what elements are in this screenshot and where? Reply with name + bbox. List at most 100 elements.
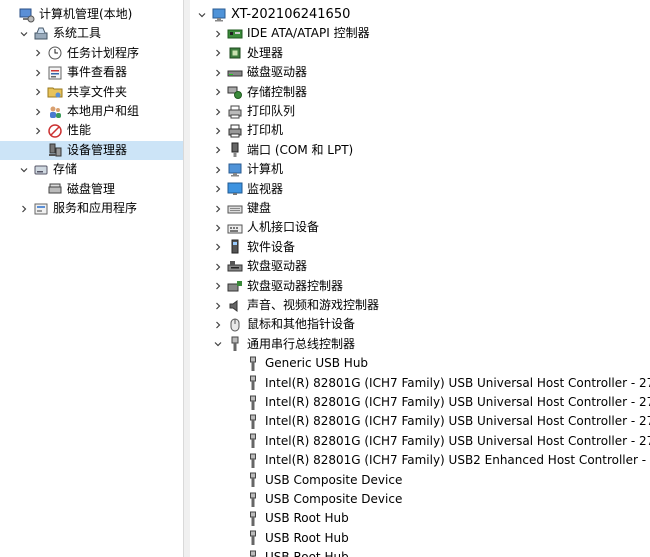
tree-item-label: 性能	[67, 123, 92, 138]
tree-item-label: 监视器	[247, 181, 284, 196]
device-category[interactable]: 软盘驱动器	[190, 257, 650, 276]
usb-device-item[interactable]: USB Root Hub	[190, 548, 650, 557]
device-category[interactable]: 人机接口设备	[190, 218, 650, 237]
device-category[interactable]: 计算机	[190, 160, 650, 179]
device-category[interactable]: 打印队列	[190, 102, 650, 121]
tree-item-label: 声音、视频和游戏控制器	[247, 298, 380, 312]
usb-device-item[interactable]: Intel(R) 82801G (ICH7 Family) USB Univer…	[190, 393, 650, 412]
tree-item-label: 处理器	[247, 45, 284, 60]
chevron-right-icon[interactable]	[18, 203, 30, 215]
console-tree-item[interactable]: 服务和应用程序	[0, 199, 183, 218]
device-category[interactable]: 通用串行总线控制器	[190, 335, 650, 354]
software-device-icon	[227, 239, 243, 255]
console-tree-item[interactable]: 任务计划程序	[0, 44, 183, 63]
chevron-right-icon[interactable]	[212, 319, 224, 331]
device-category[interactable]: 磁盘驱动器	[190, 63, 650, 82]
device-category[interactable]: 打印机	[190, 121, 650, 140]
device-manager-icon	[47, 142, 63, 158]
usb-device-item[interactable]: USB Composite Device	[190, 471, 650, 490]
chevron-right-icon[interactable]	[212, 86, 224, 98]
chevron-right-icon[interactable]	[32, 47, 44, 59]
chevron-down-icon[interactable]	[18, 164, 30, 176]
chevron-right-icon[interactable]	[212, 300, 224, 312]
console-tree-item[interactable]: 系统工具	[0, 24, 183, 43]
tree-item-label: 任务计划程序	[67, 45, 140, 60]
device-category[interactable]: 声音、视频和游戏控制器	[190, 296, 650, 315]
chevron-right-icon[interactable]	[212, 144, 224, 156]
tree-item-label: 系统工具	[53, 26, 102, 41]
device-category[interactable]: 存储控制器	[190, 83, 650, 102]
usb-device-icon	[245, 395, 261, 411]
tree-item-label: USB Composite Device	[265, 492, 403, 506]
chevron-right-icon[interactable]	[212, 164, 224, 176]
chevron-right-icon[interactable]	[212, 67, 224, 79]
device-category[interactable]: 软件设备	[190, 238, 650, 257]
chevron-right-icon[interactable]	[212, 47, 224, 59]
services-apps-icon	[33, 201, 49, 217]
disk-management-icon	[47, 181, 63, 197]
usb-device-item[interactable]: Intel(R) 82801G (ICH7 Family) USB2 Enhan…	[190, 451, 650, 470]
chevron-right-icon[interactable]	[212, 183, 224, 195]
chevron-right-icon[interactable]	[212, 106, 224, 118]
device-tree-root[interactable]: XT-202106241650	[190, 5, 650, 24]
device-category[interactable]: 软盘驱动器控制器	[190, 277, 650, 296]
chevron-down-icon[interactable]	[18, 28, 30, 40]
console-tree-item[interactable]: 计算机管理(本地)	[0, 5, 183, 24]
ide-controller-icon	[227, 26, 243, 42]
chevron-down-icon[interactable]	[196, 9, 208, 21]
usb-device-item[interactable]: Intel(R) 82801G (ICH7 Family) USB Univer…	[190, 432, 650, 451]
usb-device-item[interactable]: Intel(R) 82801G (ICH7 Family) USB Univer…	[190, 374, 650, 393]
usb-device-item[interactable]: Intel(R) 82801G (ICH7 Family) USB Univer…	[190, 412, 650, 431]
usb-device-icon	[245, 375, 261, 391]
tree-item-label: 设备管理器	[67, 142, 128, 157]
tree-item-label: IDE ATA/ATAPI 控制器	[247, 26, 370, 41]
usb-device-item[interactable]: USB Root Hub	[190, 509, 650, 528]
chevron-right-icon[interactable]	[32, 67, 44, 79]
device-category[interactable]: 监视器	[190, 180, 650, 199]
tree-item-label: 端口 (COM 和 LPT)	[247, 142, 354, 157]
monitor-icon	[227, 181, 243, 197]
tree-item-label: Intel(R) 82801G (ICH7 Family) USB Univer…	[265, 414, 650, 429]
chevron-right-icon[interactable]	[32, 125, 44, 137]
chevron-right-icon[interactable]	[32, 86, 44, 98]
device-category[interactable]: 端口 (COM 和 LPT)	[190, 141, 650, 160]
chevron-right-icon[interactable]	[212, 222, 224, 234]
console-tree-item[interactable]: 性能	[0, 121, 183, 140]
console-tree-item[interactable]: 事件查看器	[0, 63, 183, 82]
device-category[interactable]: IDE ATA/ATAPI 控制器	[190, 24, 650, 43]
console-tree-item[interactable]: 磁盘管理	[0, 180, 183, 199]
usb-device-item[interactable]: Generic USB Hub	[190, 354, 650, 373]
chevron-right-icon[interactable]	[212, 203, 224, 215]
floppy-controller-icon	[227, 278, 243, 294]
tree-item-label: Generic USB Hub	[265, 356, 369, 371]
usb-device-item[interactable]: USB Composite Device	[190, 490, 650, 509]
device-category[interactable]: 鼠标和其他指针设备	[190, 315, 650, 334]
chevron-down-icon[interactable]	[212, 338, 224, 350]
console-tree-item[interactable]: 设备管理器	[0, 140, 183, 160]
chevron-right-icon[interactable]	[212, 28, 224, 40]
chevron-right-icon[interactable]	[212, 280, 224, 292]
chevron-right-icon[interactable]	[212, 261, 224, 273]
chevron-right-icon[interactable]	[212, 241, 224, 253]
chevron-right-icon[interactable]	[212, 125, 224, 137]
tree-item-label: 事件查看器	[67, 65, 128, 80]
device-category[interactable]: 处理器	[190, 44, 650, 63]
device-category[interactable]: 键盘	[190, 199, 650, 218]
storage-controller-icon	[227, 84, 243, 100]
chevron-right-icon[interactable]	[32, 106, 44, 118]
local-users-icon	[47, 104, 63, 120]
print-queue-icon	[227, 104, 243, 120]
tree-item-label: 软盘驱动器	[247, 259, 308, 274]
console-tree-item[interactable]: 存储	[0, 160, 183, 179]
console-tree-item[interactable]: 本地用户和组	[0, 102, 183, 121]
usb-device-icon	[245, 414, 261, 430]
usb-device-icon	[245, 472, 261, 488]
usb-device-item[interactable]: USB Root Hub	[190, 529, 650, 548]
console-tree-item[interactable]: 共享文件夹	[0, 83, 183, 102]
tree-item-label: 通用串行总线控制器	[247, 336, 356, 351]
